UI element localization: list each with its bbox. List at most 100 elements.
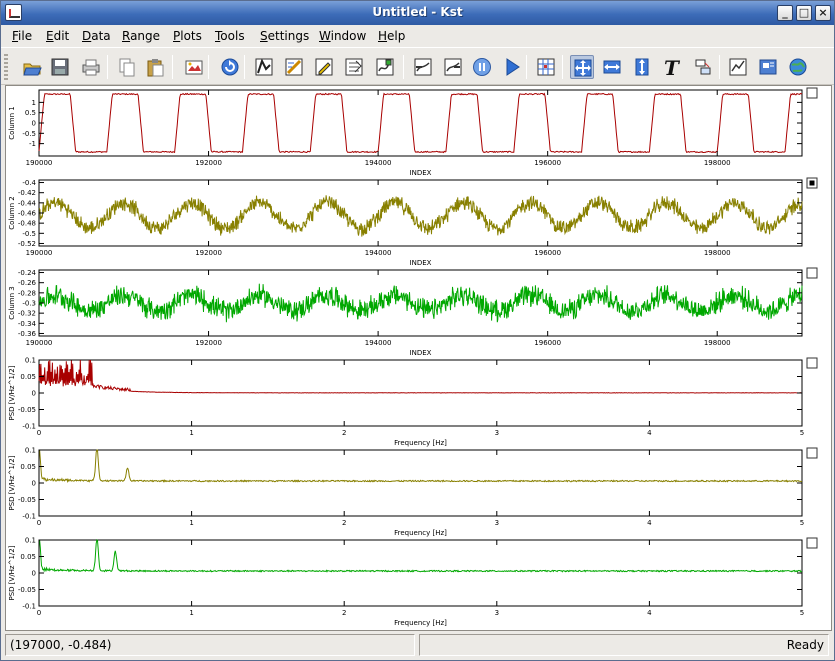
x-tick-label: 2 xyxy=(342,519,346,527)
zoom-y-icon xyxy=(635,58,649,76)
menu-settings[interactable]: Settings xyxy=(260,29,309,43)
x-tick-label: 194000 xyxy=(365,249,392,257)
menu-range[interactable]: Range xyxy=(122,29,160,43)
toolbar-separator xyxy=(244,55,245,79)
x-tick-label: 5 xyxy=(800,609,804,617)
y-tick-label: 1 xyxy=(32,99,36,107)
x-tick-label: 5 xyxy=(800,519,804,527)
y-tick-label: -0.36 xyxy=(18,330,37,338)
title-bar[interactable]: Untitled - Kst _ □ × xyxy=(1,1,834,25)
change-file-button[interactable] xyxy=(756,55,780,79)
y-axis-label: PSD [V/Hz^1/2] xyxy=(8,545,16,600)
maximize-button[interactable]: □ xyxy=(796,5,812,21)
y-axis-label: Column 1 xyxy=(8,106,16,140)
y-tick-label: -0.26 xyxy=(18,279,37,287)
view-scalars-button[interactable] xyxy=(342,55,366,79)
y-tick-label: -0.52 xyxy=(18,240,36,248)
x-tick-label: 1 xyxy=(189,429,193,437)
x-tick-label: 190000 xyxy=(26,249,53,257)
x-tick-label: 4 xyxy=(647,519,652,527)
layout-grid-button[interactable] xyxy=(534,55,558,79)
text-label-icon: T xyxy=(664,57,681,77)
data-manager-button[interactable] xyxy=(282,55,306,79)
menu-tools[interactable]: Tools xyxy=(215,29,245,43)
y-tick-label: -0.42 xyxy=(18,189,36,197)
plot-frame xyxy=(38,449,803,517)
x-tick-label: 198000 xyxy=(704,339,731,347)
minimize-button[interactable]: _ xyxy=(777,5,793,21)
forward-button[interactable] xyxy=(441,55,465,79)
view-matrix-button[interactable] xyxy=(373,55,397,79)
menu-file[interactable]: File xyxy=(12,29,32,43)
pause-button[interactable] xyxy=(470,55,494,79)
x-tick-label: 196000 xyxy=(534,339,561,347)
y-tick-label: -0.24 xyxy=(18,269,37,277)
toolbar-grip[interactable] xyxy=(4,54,8,80)
edit-vector-button[interactable] xyxy=(312,55,336,79)
zoom-xy-button[interactable] xyxy=(570,55,594,79)
copy-button[interactable] xyxy=(115,55,139,79)
zoom-y-button[interactable] xyxy=(630,55,654,79)
menu-edit[interactable]: Edit xyxy=(46,29,69,43)
plot-select-checkbox[interactable] xyxy=(806,87,818,99)
new-plot-button[interactable] xyxy=(726,55,750,79)
x-tick-label: 0 xyxy=(37,609,41,617)
kst-window: Untitled - Kst _ □ × File Edit Data Rang… xyxy=(0,0,835,661)
save-button[interactable] xyxy=(48,55,72,79)
menu-bar: File Edit Data Range Plots Tools Setting… xyxy=(1,25,834,47)
forward-icon xyxy=(444,58,462,76)
print-icon xyxy=(82,59,100,76)
y-tick-label: -1 xyxy=(29,140,36,148)
plots-svg[interactable]: 190000 192000 194000 196000 198000 1 0.5 0 -0.5 -… xyxy=(6,86,831,630)
arrange-icon xyxy=(695,59,711,75)
plot-select-checkbox[interactable] xyxy=(806,537,818,549)
zoom-x-button[interactable] xyxy=(600,55,624,79)
maximize-icon: □ xyxy=(798,6,810,19)
paste-button[interactable] xyxy=(143,55,167,79)
y-tick-label: -0.5 xyxy=(22,130,36,138)
y-tick-label: 0.05 xyxy=(20,373,36,381)
zoom-x-icon xyxy=(603,60,621,74)
toolbar-separator xyxy=(107,55,108,79)
plot-4[interactable]: 0 1 2 3 4 5 0.1 0.05 0 -0.05 -0.1 Frequency [Hz] PSD… xyxy=(8,357,818,448)
plot-select-checkbox[interactable] xyxy=(806,357,818,369)
x-axis-label: INDEX xyxy=(410,349,432,357)
play-button[interactable] xyxy=(500,55,524,79)
plot-2[interactable]: 190000 192000 194000 196000 198000 -0.4 -0.42 -… xyxy=(8,177,818,267)
plot-frame xyxy=(38,179,803,247)
plot-select-checkbox[interactable] xyxy=(806,447,818,459)
globe-button[interactable] xyxy=(786,55,810,79)
y-axis-label: PSD [V/Hz^1/2] xyxy=(8,365,16,420)
open-button[interactable] xyxy=(20,55,44,79)
status-bar: (197000, -0.484) Ready xyxy=(1,631,834,660)
y-tick-label: -0.34 xyxy=(18,320,37,328)
y-tick-label: 0.1 xyxy=(25,537,36,545)
menu-help[interactable]: Help xyxy=(378,29,405,43)
plot-select-checkbox[interactable] xyxy=(806,267,818,279)
plot-canvas[interactable]: 190000 192000 194000 196000 198000 1 0.5 0 -0.5 -… xyxy=(5,85,832,631)
plot-6[interactable]: 0 1 2 3 4 5 0.1 0.05 0 -0.05 -0.1 Frequency [Hz] PSD… xyxy=(8,537,818,628)
plot-1[interactable]: 190000 192000 194000 196000 198000 1 0.5 0 -0.5 -… xyxy=(8,87,818,177)
back-button[interactable] xyxy=(411,55,435,79)
x-tick-label: 0 xyxy=(37,429,41,437)
close-icon: × xyxy=(818,6,828,19)
plot-frame xyxy=(38,539,803,607)
reload-button[interactable] xyxy=(218,55,242,79)
toolbar-separator xyxy=(562,55,563,79)
menu-data[interactable]: Data xyxy=(82,29,111,43)
x-tick-label: 3 xyxy=(495,609,499,617)
plot-3[interactable]: 190000 192000 194000 196000 198000 -0.24 -0.26… xyxy=(8,267,818,357)
paste-icon xyxy=(147,59,164,77)
arrange-button[interactable] xyxy=(691,55,715,79)
menu-window[interactable]: Window xyxy=(319,29,366,43)
menu-plots[interactable]: Plots xyxy=(173,29,202,43)
x-tick-label: 2 xyxy=(342,609,346,617)
plot-5[interactable]: 0 1 2 3 4 5 0.1 0.05 0 -0.05 -0.1 Frequency [Hz] PSD… xyxy=(8,447,818,538)
close-button[interactable]: × xyxy=(815,5,831,21)
data-wizard-button[interactable] xyxy=(252,55,276,79)
x-tick-label: 190000 xyxy=(26,339,53,347)
text-label-button[interactable]: T xyxy=(660,55,684,79)
x-tick-label: 194000 xyxy=(365,159,392,167)
print-button[interactable] xyxy=(79,55,103,79)
export-button[interactable] xyxy=(182,55,206,79)
